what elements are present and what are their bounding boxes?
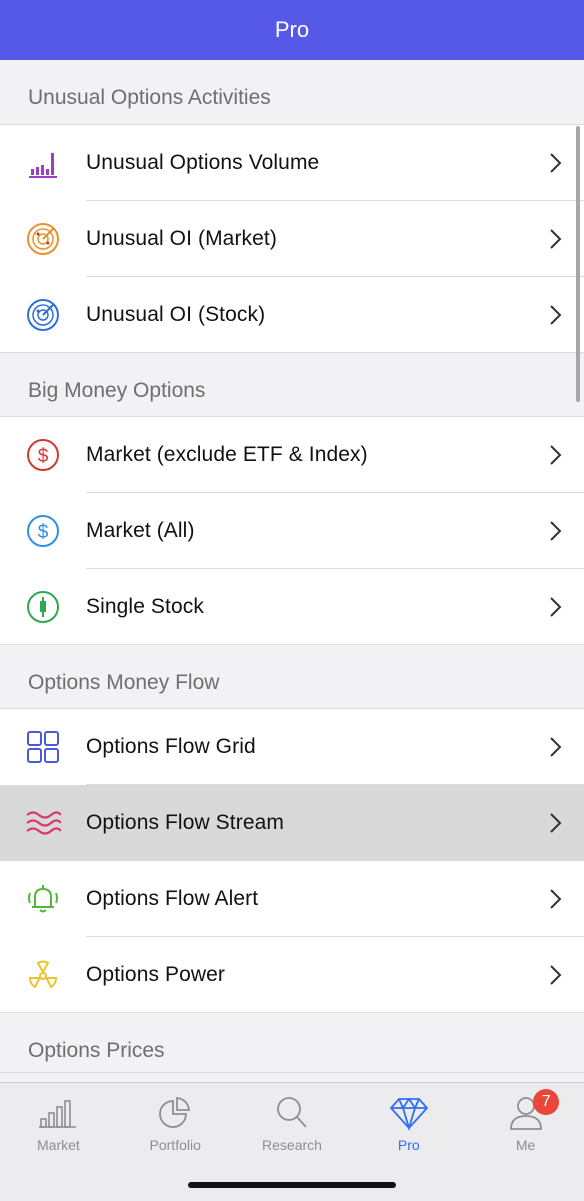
menu-item-options-flow-grid[interactable]: Options Flow Grid [0,709,584,785]
svg-text:$: $ [38,522,49,543]
bell-icon [0,861,86,937]
tab-label: Me [515,1137,536,1153]
pie-chart-icon [159,1097,191,1128]
radar-orange-icon [0,201,86,277]
menu-item-unusual-oi-stock[interactable]: Unusual OI (Stock) [0,277,584,353]
chevron-right-icon [528,520,584,542]
menu-item-single-stock[interactable]: Single Stock [0,569,584,645]
section-header-money-flow: Options Money Flow [0,645,584,709]
section-header-options-prices: Options Prices [0,1013,584,1073]
svg-text:$: $ [38,446,49,467]
grid-icon [0,709,86,785]
search-icon [277,1097,307,1128]
menu-item-options-flow-stream[interactable]: Options Flow Stream [0,785,584,861]
tab-label: Portfolio [149,1137,201,1153]
page-title: Pro [274,17,310,42]
chevron-right-icon [528,596,584,618]
menu-item-label: Options Flow Alert [86,887,259,910]
tab-label: Market [37,1137,80,1153]
nav-bar: Pro [0,0,584,60]
section-header-big-money: Big Money Options [0,353,584,417]
menu-item-label: Unusual Options Volume [86,151,320,174]
tab-market[interactable]: Market [0,1083,117,1201]
chevron-right-icon [528,888,584,910]
menu-item-options-power[interactable]: Options Power [0,937,584,1013]
radar-blue-icon [0,277,86,353]
menu-item-options-flow-alert[interactable]: Options Flow Alert [0,861,584,937]
pro-menu-list[interactable]: Unusual Options Activities Unusual Optio… [0,60,584,1082]
chevron-right-icon [528,444,584,466]
menu-item-label: Options Flow Grid [86,735,256,758]
menu-item-unusual-options-volume[interactable]: Unusual Options Volume [0,125,584,201]
diamond-icon [389,1098,428,1131]
menu-item-label: Single Stock [86,595,204,618]
tab-label: Pro [397,1137,420,1153]
scrollbar[interactable] [576,126,580,402]
bar-chart-icon [39,1100,77,1128]
menu-item-market-exclude-etf[interactable]: $ Market (exclude ETF & Index) [0,417,584,493]
menu-item-label: Unusual OI (Stock) [86,303,266,326]
chevron-right-icon [528,812,584,834]
menu-item-label: Market (All) [86,519,195,542]
menu-item-label: Options Flow Stream [86,811,284,834]
menu-item-label: Options Power [86,963,226,986]
notification-badge: 7 [533,1089,560,1115]
chevron-right-icon [528,964,584,986]
volume-bars-icon [0,125,86,201]
candlestick-green-icon [0,569,86,645]
home-indicator[interactable] [188,1182,396,1188]
tab-me[interactable]: Me 7 [467,1083,584,1201]
menu-item-market-all[interactable]: $ Market (All) [0,493,584,569]
section-header-unusual-options: Unusual Options Activities [0,60,584,125]
waves-icon [0,785,86,861]
dollar-red-icon: $ [0,417,86,493]
chevron-right-icon [528,736,584,758]
radiation-icon [0,937,86,1013]
menu-item-label: Unusual OI (Market) [86,227,277,250]
menu-item-label: Market (exclude ETF & Index) [86,443,368,466]
dollar-blue-icon: $ [0,493,86,569]
tab-label: Research [262,1137,322,1153]
menu-item-unusual-oi-market[interactable]: Unusual OI (Market) [0,201,584,277]
